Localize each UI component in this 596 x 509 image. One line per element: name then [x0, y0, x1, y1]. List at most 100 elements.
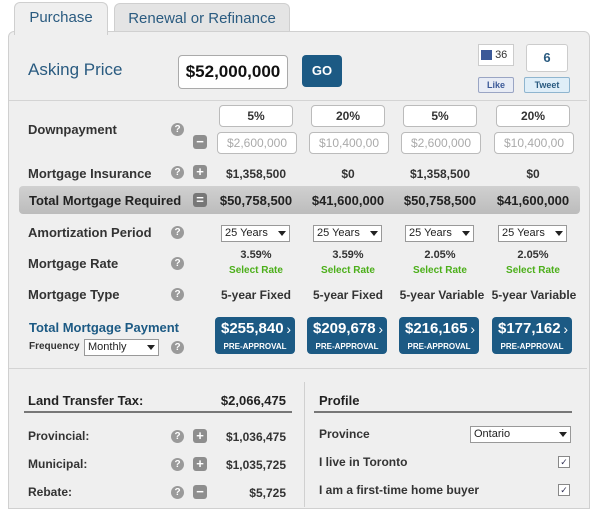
select-rate-link-2[interactable]: Select Rate [305, 265, 391, 276]
rate-value-1: 3.59% [240, 249, 272, 261]
help-icon[interactable]: ? [171, 166, 184, 179]
pre-approval-label: PRE-APPROVAL [223, 342, 287, 351]
downpayment-percent-3[interactable]: 5% [403, 105, 477, 127]
land-transfer-label: Land Transfer Tax: [28, 393, 144, 408]
frequency-select[interactable]: Monthly [84, 339, 159, 356]
pre-approval-label: PRE-APPROVAL [500, 342, 564, 351]
amortization-select-4[interactable]: 25 Years [498, 225, 567, 242]
type-value-2: 5-year Fixed [312, 288, 384, 302]
amortization-select-1[interactable]: 25 Years [221, 225, 290, 242]
downpayment-label: Downpayment [28, 122, 117, 137]
plus-icon[interactable]: + [193, 165, 207, 179]
frequency-label: Frequency [29, 341, 80, 352]
frequency-value: Monthly [88, 341, 127, 353]
payment-value: $255,840 [221, 320, 284, 337]
chevron-right-icon: › [563, 321, 568, 337]
go-button[interactable]: GO [302, 55, 342, 87]
type-value-4: 5-year Variable [491, 288, 577, 302]
chevron-down-icon [147, 345, 155, 350]
pre-approval-label: PRE-APPROVAL [407, 342, 471, 351]
like-button[interactable]: Like [478, 77, 514, 93]
amortization-select-2[interactable]: 25 Years [313, 225, 382, 242]
minus-icon[interactable]: − [193, 485, 207, 499]
amortization-value: 25 Years [225, 227, 268, 239]
insurance-value-3: $1,358,500 [409, 167, 471, 181]
province-label: Province [319, 427, 370, 441]
tweet-count: 6 [526, 44, 568, 72]
downpayment-amount-3[interactable]: $2,600,000 [401, 132, 481, 154]
help-icon[interactable]: ? [171, 458, 184, 471]
downpayment-percent-2[interactable]: 20% [311, 105, 385, 127]
select-rate-link-1[interactable]: Select Rate [213, 265, 299, 276]
type-value-3: 5-year Variable [399, 288, 485, 302]
divider [9, 368, 587, 369]
insurance-value-4: $0 [526, 167, 540, 181]
help-icon[interactable]: ? [171, 257, 184, 270]
municipal-label: Municipal: [28, 457, 88, 471]
type-value-1: 5-year Fixed [220, 288, 292, 302]
divider [24, 411, 292, 413]
help-icon[interactable]: ? [171, 288, 184, 301]
payment-button-4[interactable]: $177,162 › PRE-APPROVAL [492, 317, 572, 354]
amortization-value: 25 Years [502, 227, 545, 239]
total-value-2: $41,600,000 [311, 193, 385, 208]
asking-price-input[interactable]: $52,000,000 [178, 55, 288, 89]
chevron-down-icon [278, 231, 286, 236]
divider [9, 100, 587, 101]
payment-value: $177,162 [498, 320, 561, 337]
payment-value: $209,678 [313, 320, 376, 337]
payment-button-1[interactable]: $255,840 › PRE-APPROVAL [215, 317, 295, 354]
select-rate-link-3[interactable]: Select Rate [397, 265, 483, 276]
downpayment-percent-4[interactable]: 20% [496, 105, 570, 127]
chevron-right-icon: › [378, 321, 383, 337]
help-icon[interactable]: ? [171, 430, 184, 443]
help-icon[interactable]: ? [171, 341, 184, 354]
mortgage-type-label: Mortgage Type [28, 287, 120, 302]
chevron-down-icon [555, 231, 563, 236]
provincial-value: $1,036,475 [225, 430, 286, 444]
tab-renewal[interactable]: Renewal or Refinance [114, 3, 290, 33]
minus-icon[interactable]: − [193, 135, 207, 149]
pre-approval-label: PRE-APPROVAL [315, 342, 379, 351]
help-icon[interactable]: ? [171, 486, 184, 499]
insurance-value-2: $0 [341, 167, 355, 181]
provincial-label: Provincial: [28, 429, 90, 443]
downpayment-amount-2[interactable]: $10,400,00 [309, 132, 389, 154]
province-value: Ontario [474, 428, 511, 440]
select-rate-link-4[interactable]: Select Rate [490, 265, 576, 276]
downpayment-percent-1[interactable]: 5% [219, 105, 293, 127]
mortgage-rate-label: Mortgage Rate [28, 256, 119, 271]
profile-title: Profile [319, 393, 360, 408]
province-select[interactable]: Ontario [470, 426, 571, 443]
like-count: 36 [495, 49, 508, 61]
chevron-down-icon [462, 231, 470, 236]
chevron-down-icon [559, 432, 567, 437]
tweet-button[interactable]: Tweet [524, 77, 570, 93]
land-transfer-total: $2,066,475 [220, 393, 286, 408]
downpayment-amount-4[interactable]: $10,400,00 [494, 132, 574, 154]
amortization-select-3[interactable]: 25 Years [405, 225, 474, 242]
rate-value-2: 3.59% [332, 249, 364, 261]
downpayment-amount-1[interactable]: $2,600,000 [217, 132, 297, 154]
rebate-label: Rebate: [28, 485, 73, 499]
first-time-buyer-label: I am a first-time home buyer [319, 483, 480, 497]
chevron-down-icon [370, 231, 378, 236]
payment-button-2[interactable]: $209,678 › PRE-APPROVAL [307, 317, 387, 354]
plus-icon[interactable]: + [193, 457, 207, 471]
mortgage-insurance-label: Mortgage Insurance [28, 166, 152, 181]
asking-price-label: Asking Price [28, 60, 123, 79]
chevron-right-icon: › [470, 321, 475, 337]
chevron-right-icon: › [286, 321, 291, 337]
help-icon[interactable]: ? [171, 226, 184, 239]
like-count-box: 36 [478, 44, 514, 66]
live-in-toronto-checkbox[interactable]: ✓ [558, 456, 570, 468]
first-time-buyer-checkbox[interactable]: ✓ [558, 484, 570, 496]
thumbs-up-icon [481, 50, 492, 61]
insurance-value-1: $1,358,500 [225, 167, 287, 181]
help-icon[interactable]: ? [171, 123, 184, 136]
rebate-value: $5,725 [249, 486, 286, 500]
live-in-toronto-label: I live in Toronto [319, 455, 408, 469]
payment-button-3[interactable]: $216,165 › PRE-APPROVAL [399, 317, 479, 354]
tab-purchase[interactable]: Purchase [14, 2, 108, 35]
plus-icon[interactable]: + [193, 429, 207, 443]
